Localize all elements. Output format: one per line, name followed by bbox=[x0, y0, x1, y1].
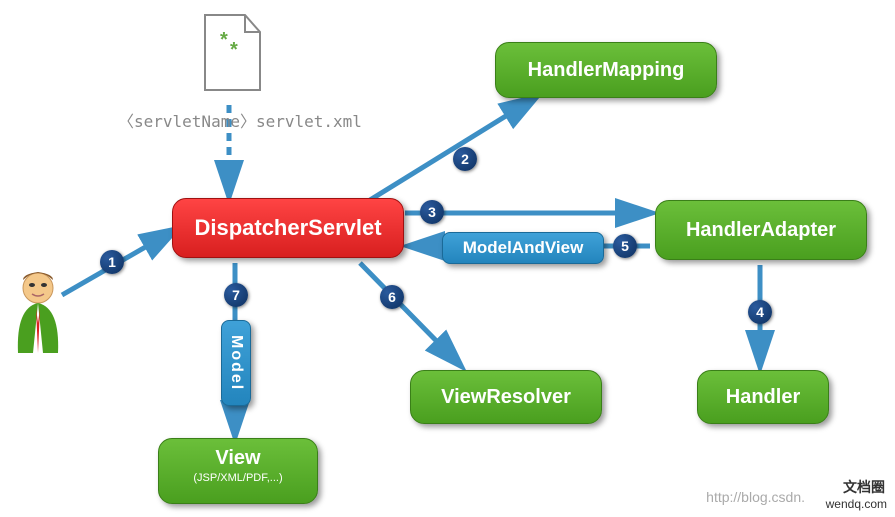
step-2: 2 bbox=[453, 147, 477, 171]
xml-file-icon: * * bbox=[195, 10, 270, 100]
handler-adapter-box: HandlerAdapter bbox=[655, 200, 867, 260]
view-subtitle: (JSP/XML/PDF,...) bbox=[159, 472, 317, 484]
watermark-domain: wendq.com bbox=[826, 497, 887, 511]
dispatcher-servlet-box: DispatcherServlet bbox=[172, 198, 404, 258]
step-1: 1 bbox=[100, 250, 124, 274]
step-3: 3 bbox=[420, 200, 444, 224]
handler-box: Handler bbox=[697, 370, 829, 424]
step-7: 7 bbox=[224, 283, 248, 307]
step-4: 4 bbox=[748, 300, 772, 324]
step-5: 5 bbox=[613, 234, 637, 258]
svg-text:*: * bbox=[220, 29, 228, 51]
view-box: View (JSP/XML/PDF,...) bbox=[158, 438, 318, 504]
watermark-cn: 文档圈 bbox=[843, 477, 885, 497]
model-label: Model bbox=[221, 320, 251, 406]
handler-mapping-box: HandlerMapping bbox=[495, 42, 717, 98]
svg-text:*: * bbox=[230, 39, 238, 61]
view-resolver-box: ViewResolver bbox=[410, 370, 602, 424]
step-6: 6 bbox=[380, 285, 404, 309]
config-file-label: 〈servletName〉servlet.xml bbox=[118, 108, 362, 132]
user-icon bbox=[8, 268, 68, 363]
model-and-view-label: ModelAndView bbox=[442, 232, 604, 264]
view-title: View bbox=[159, 447, 317, 470]
source-url: http://blog.csdn. bbox=[706, 489, 805, 505]
